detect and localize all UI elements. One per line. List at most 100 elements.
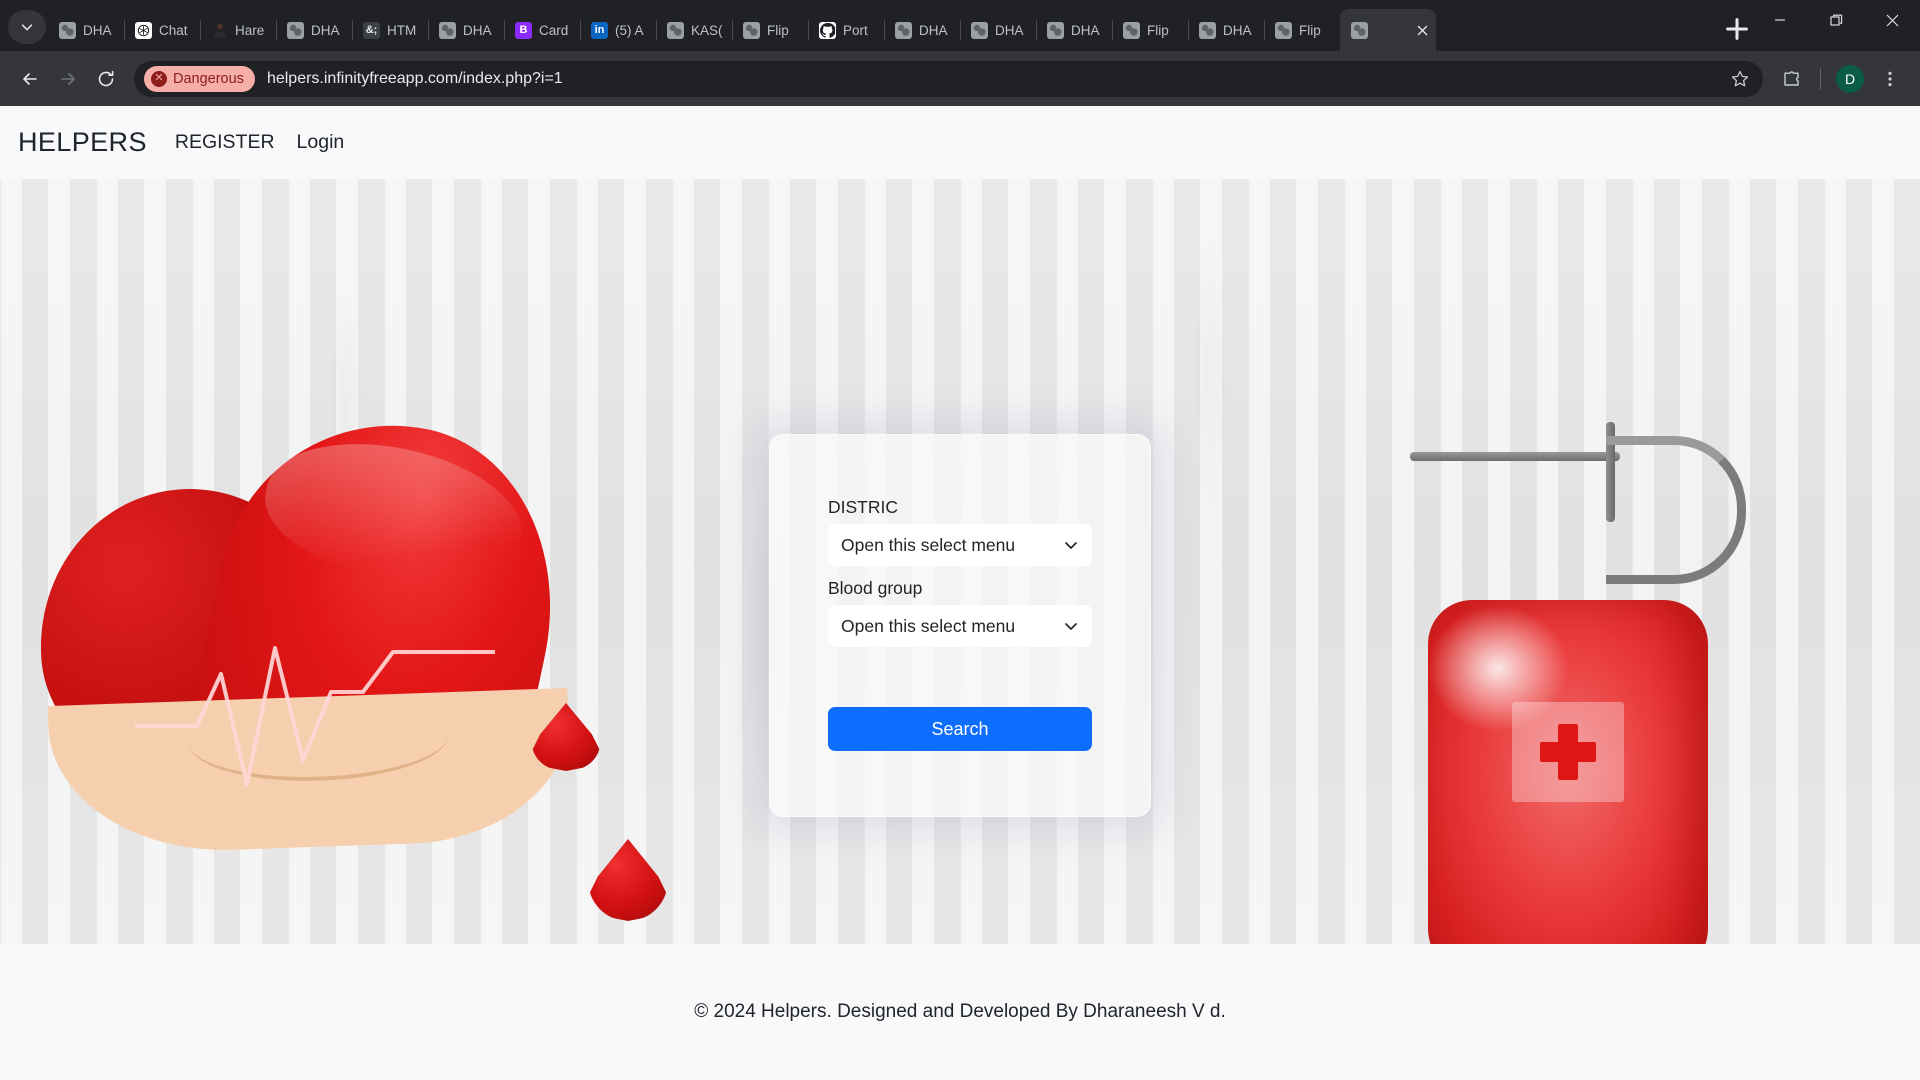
arrow-left-icon	[23, 72, 37, 85]
minimize-button[interactable]	[1752, 0, 1808, 40]
browser-menu-button[interactable]	[1872, 61, 1908, 97]
page-footer: © 2024 Helpers. Designed and Developed B…	[0, 944, 1920, 1080]
blood-bag	[1428, 600, 1708, 944]
browser-tab[interactable]: DHA	[884, 9, 960, 51]
maximize-icon	[1829, 14, 1842, 26]
tab-label: DHA	[995, 22, 1024, 38]
browser-tab[interactable]: KAS(	[656, 9, 732, 51]
extensions-button[interactable]	[1773, 61, 1809, 97]
forward-button[interactable]	[50, 61, 86, 97]
heart-in-hand-illustration	[30, 379, 600, 899]
browser-tab[interactable]: DHA	[276, 9, 352, 51]
tab-label: DHA	[83, 22, 112, 38]
tab-separator	[580, 20, 581, 40]
tab-label: DHA	[1071, 22, 1100, 38]
tab-separator	[884, 20, 885, 40]
browser-tab[interactable]: DHA	[48, 9, 124, 51]
html-amp-icon: &;	[363, 21, 380, 39]
tab-label: Card	[539, 22, 569, 38]
browser-tab[interactable]: Flip	[1264, 9, 1340, 51]
globe-icon	[743, 21, 760, 39]
danger-icon: ✕	[151, 70, 167, 87]
browser-tab[interactable]: Chat	[124, 9, 200, 51]
browser-tab[interactable]: DHA	[1036, 9, 1112, 51]
reload-button[interactable]	[88, 61, 124, 97]
tab-separator	[124, 20, 125, 40]
tab-separator	[808, 20, 809, 40]
iv-hook-curve	[1606, 436, 1746, 584]
close-window-button[interactable]	[1864, 0, 1920, 40]
blood-bag-label	[1512, 702, 1624, 802]
browser-tab[interactable]: Hare	[200, 9, 276, 51]
window-controls	[1752, 0, 1920, 51]
browser-tab[interactable]	[1340, 9, 1436, 51]
close-icon	[1886, 14, 1898, 26]
browser-tab[interactable]: Flip	[1112, 9, 1188, 51]
browser-tab[interactable]: Port	[808, 9, 884, 51]
tab-label: DHA	[1223, 22, 1252, 38]
globe-icon	[1351, 21, 1368, 39]
reload-icon	[98, 70, 114, 86]
nav-link-login[interactable]: Login	[297, 131, 345, 154]
iv-hook-bar	[1410, 452, 1620, 461]
tab-list: DHA Chat Hare DHA &; HTM DHA B Card in (5) A KAS( Fl…	[48, 9, 1714, 51]
tab-label: (5) A	[615, 22, 644, 38]
tab-separator	[1188, 20, 1189, 40]
tab-label: Port	[843, 22, 868, 38]
arrow-right-icon	[61, 72, 75, 85]
tab-search-button[interactable]	[8, 10, 46, 44]
globe-icon	[1123, 21, 1140, 39]
tab-label: Flip	[1147, 22, 1169, 38]
browser-tab[interactable]: &; HTM	[352, 9, 428, 51]
bookmark-button[interactable]	[1725, 64, 1755, 94]
globe-icon	[287, 21, 304, 39]
avatar: D	[1836, 64, 1864, 93]
chevron-down-icon	[1065, 623, 1077, 630]
browser-tab[interactable]: DHA	[960, 9, 1036, 51]
tab-separator	[428, 20, 429, 40]
district-select[interactable]: Open this select menu	[828, 524, 1092, 566]
tab-label: Flip	[767, 22, 789, 38]
browser-tab[interactable]: Flip	[732, 9, 808, 51]
globe-icon	[971, 21, 988, 39]
minimize-icon	[1775, 19, 1785, 21]
globe-icon	[895, 21, 912, 39]
maximize-button[interactable]	[1808, 0, 1864, 40]
close-tab-button[interactable]	[1412, 20, 1432, 40]
profile-button[interactable]: D	[1832, 61, 1868, 97]
nav-link-register[interactable]: REGISTER	[175, 131, 275, 154]
tab-separator	[352, 20, 353, 40]
browser-tab[interactable]: in (5) A	[580, 9, 656, 51]
globe-icon	[439, 21, 456, 39]
browser-tab[interactable]: B Card	[504, 9, 580, 51]
tab-label: HTM	[387, 22, 417, 38]
globe-icon	[1199, 21, 1216, 39]
search-card: DISTRIC Open this select menu Blood grou…	[769, 434, 1151, 817]
chevron-down-icon	[21, 24, 33, 31]
browser-toolbar: ✕ Dangerous helpers.infinityfreeapp.com/…	[0, 51, 1920, 106]
search-button[interactable]: Search	[828, 707, 1092, 751]
chatgpt-icon	[135, 21, 152, 39]
tab-strip: DHA Chat Hare DHA &; HTM DHA B Card in (5) A KAS( Fl…	[0, 0, 1920, 51]
security-badge[interactable]: ✕ Dangerous	[144, 65, 255, 92]
back-button[interactable]	[12, 61, 48, 97]
tab-label: DHA	[311, 22, 340, 38]
tab-label: DHA	[919, 22, 948, 38]
district-select-value: Open this select menu	[841, 534, 1016, 555]
page-viewport: HELPERS REGISTER Login DISTRIC Open this…	[0, 106, 1920, 1080]
site-navbar: HELPERS REGISTER Login	[0, 106, 1920, 179]
browser-tab[interactable]: DHA	[1188, 9, 1264, 51]
address-bar[interactable]: ✕ Dangerous helpers.infinityfreeapp.com/…	[134, 60, 1763, 97]
plus-icon	[1726, 18, 1748, 40]
new-tab-button[interactable]	[1722, 14, 1752, 44]
tab-separator	[1264, 20, 1265, 40]
blood-group-select[interactable]: Open this select menu	[828, 605, 1092, 647]
red-cross-icon	[1558, 724, 1578, 780]
url-text: helpers.infinityfreeapp.com/index.php?i=…	[266, 69, 563, 87]
footer-text: © 2024 Helpers. Designed and Developed B…	[694, 1001, 1226, 1022]
browser-tab[interactable]: DHA	[428, 9, 504, 51]
tab-label: DHA	[463, 22, 492, 38]
security-badge-label: Dangerous	[173, 70, 244, 87]
linkedin-icon: in	[591, 21, 608, 39]
tab-label: Chat	[159, 22, 188, 38]
